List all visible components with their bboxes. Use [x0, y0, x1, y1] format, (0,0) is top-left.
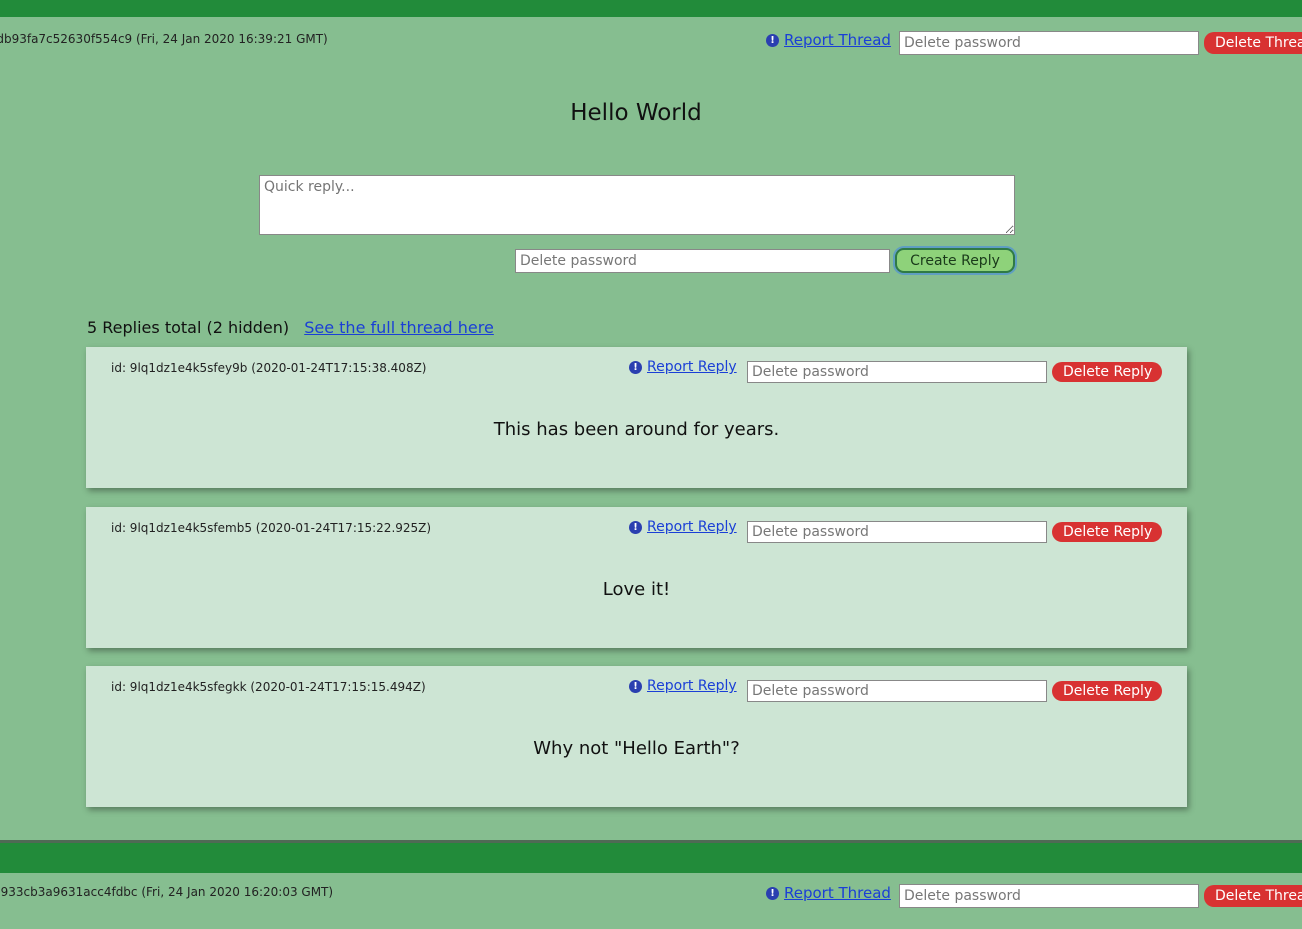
- thread-separator: [0, 840, 1302, 873]
- report-reply[interactable]: ! Report Reply: [629, 359, 737, 375]
- reply-text: This has been around for years.: [493, 419, 780, 440]
- reply-card: id: 9lq1dz1e4k5sfemb5 (2020-01-24T17:15:…: [86, 507, 1187, 648]
- alert-circle-icon: !: [629, 360, 642, 374]
- create-reply-button[interactable]: Create Reply: [895, 248, 1015, 273]
- reply-delete-password-input[interactable]: [747, 521, 1047, 543]
- alert-circle-icon: !: [766, 33, 779, 47]
- reply-delete-password-input[interactable]: [747, 361, 1047, 383]
- reply-meta: id: 9lq1dz1e4k5sfey9b (2020-01-24T17:15:…: [111, 361, 427, 375]
- quick-reply-input[interactable]: [259, 175, 1015, 235]
- thread-delete-password-input[interactable]: [899, 31, 1199, 55]
- report-reply[interactable]: ! Report Reply: [629, 678, 737, 694]
- reply-delete-password-input[interactable]: [515, 249, 890, 273]
- delete-reply-button[interactable]: Delete Reply: [1052, 362, 1162, 382]
- delete-thread-button[interactable]: Delete Thread: [1204, 32, 1302, 54]
- alert-circle-icon: !: [629, 679, 642, 693]
- reply-text: Why not "Hello Earth"?: [533, 738, 740, 759]
- reply-card: id: 9lq1dz1e4k5sfegkk (2020-01-24T17:15:…: [86, 666, 1187, 807]
- report-thread-link[interactable]: Report Thread: [784, 884, 891, 902]
- report-reply-link[interactable]: Report Reply: [647, 519, 737, 535]
- delete-reply-button[interactable]: Delete Reply: [1052, 681, 1162, 701]
- reply-card: id: 9lq1dz1e4k5sfey9b (2020-01-24T17:15:…: [86, 347, 1187, 488]
- replies-summary: 5 Replies total (2 hidden) See the full …: [87, 318, 494, 337]
- replies-count: 5 Replies total (2 hidden): [87, 318, 290, 337]
- report-reply[interactable]: ! Report Reply: [629, 519, 737, 535]
- reply-delete-password-input[interactable]: [747, 680, 1047, 702]
- report-reply-link[interactable]: Report Reply: [647, 359, 737, 375]
- thread-separator-top: [0, 0, 1302, 17]
- thread-title: Hello World: [570, 100, 702, 126]
- reply-meta: id: 9lq1dz1e4k5sfegkk (2020-01-24T17:15:…: [111, 680, 426, 694]
- report-thread-link[interactable]: Report Thread: [784, 31, 891, 49]
- thread-delete-password-input[interactable]: [899, 884, 1199, 908]
- thread-meta: 1933cb3a9631acc4fdbc (Fri, 24 Jan 2020 1…: [0, 885, 334, 899]
- alert-circle-icon: !: [629, 520, 642, 534]
- full-thread-link[interactable]: See the full thread here: [304, 318, 494, 337]
- alert-circle-icon: !: [766, 886, 779, 900]
- report-reply-link[interactable]: Report Reply: [647, 678, 737, 694]
- reply-meta: id: 9lq1dz1e4k5sfemb5 (2020-01-24T17:15:…: [111, 521, 432, 535]
- delete-thread-button[interactable]: Delete Thread: [1204, 885, 1302, 907]
- report-thread[interactable]: ! Report Thread: [766, 884, 891, 902]
- thread-meta: ldb93fa7c52630f554c9 (Fri, 24 Jan 2020 1…: [0, 32, 328, 46]
- delete-reply-button[interactable]: Delete Reply: [1052, 522, 1162, 542]
- report-thread[interactable]: ! Report Thread: [766, 31, 891, 49]
- reply-text: Love it!: [602, 579, 671, 600]
